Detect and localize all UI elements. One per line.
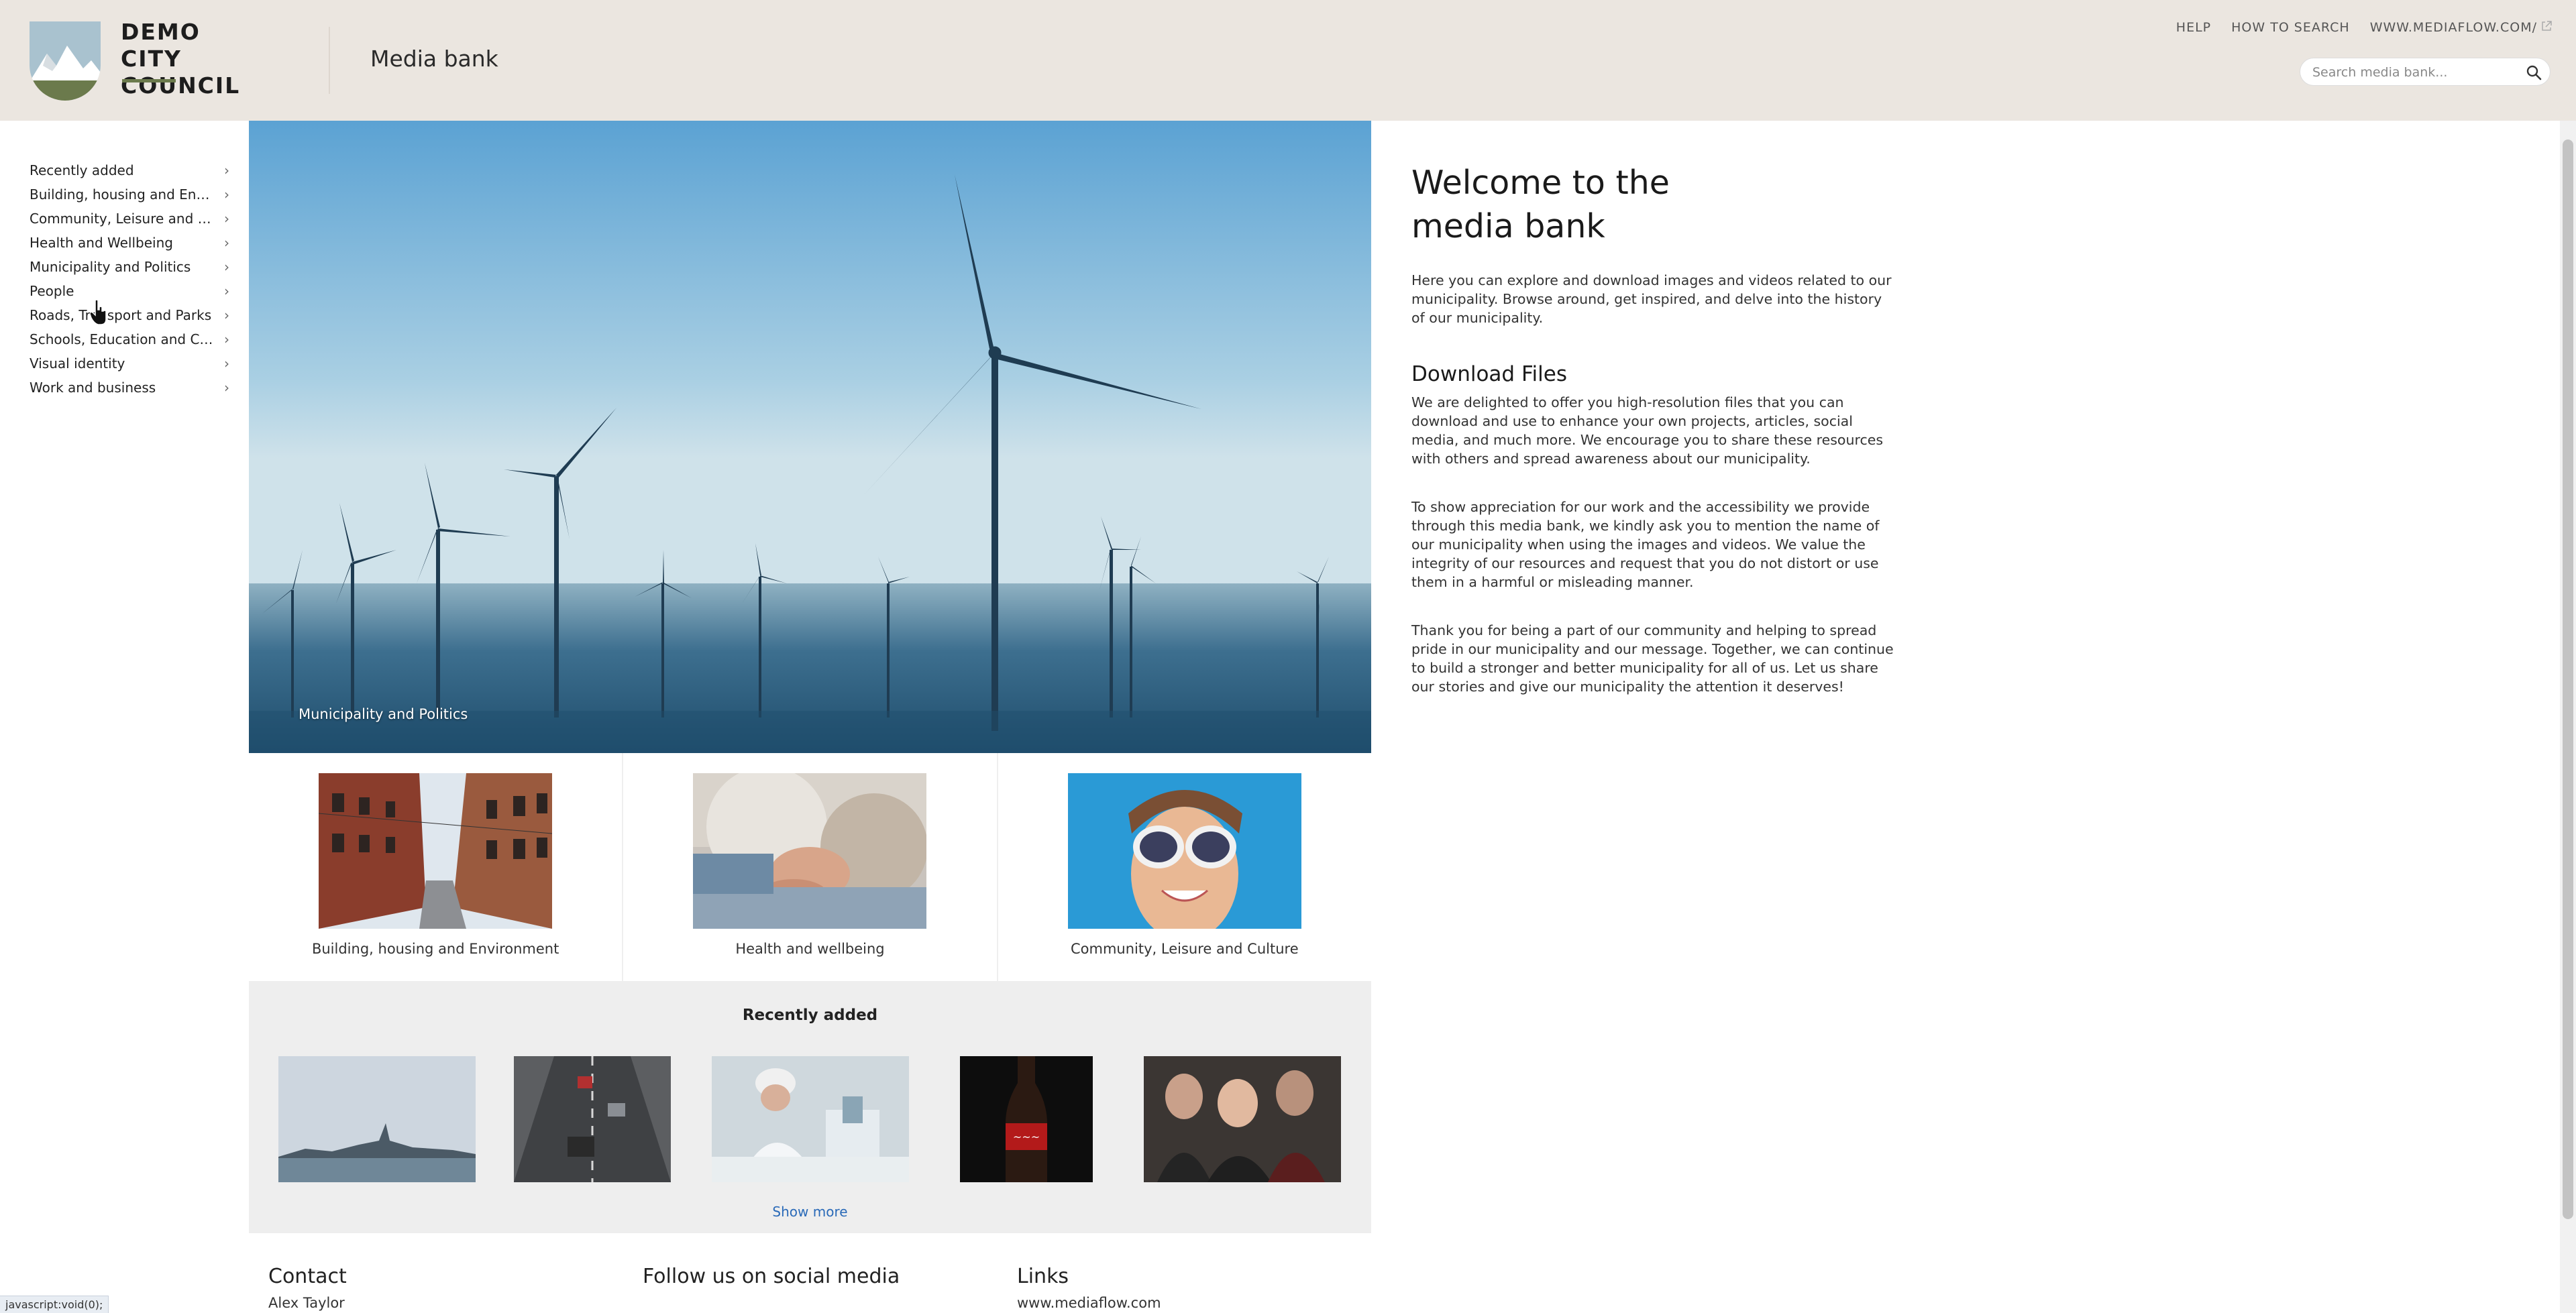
sidebar-item-schools[interactable]: Schools, Education and Child... › xyxy=(0,327,241,351)
page-scrollbar[interactable] xyxy=(2560,121,2576,1313)
chevron-right-icon: › xyxy=(224,355,229,372)
download-files-title: Download Files xyxy=(1411,362,1567,386)
logo-underline xyxy=(122,79,176,82)
sidebar-item-label: Visual identity xyxy=(30,355,125,372)
sidebar-item-municipality[interactable]: Municipality and Politics › xyxy=(0,255,241,279)
category-cards: Building, housing and Environment Health… xyxy=(249,753,1371,981)
sidebar-item-people[interactable]: People › xyxy=(0,279,241,303)
footer-link-item[interactable]: www.mediaflow.com xyxy=(1017,1295,1161,1311)
chevron-right-icon: › xyxy=(224,307,229,323)
building-thumbnail xyxy=(319,773,552,929)
chevron-right-icon: › xyxy=(224,211,229,227)
chevron-right-icon: › xyxy=(224,331,229,347)
sidebar-item-label: Schools, Education and Child... xyxy=(30,331,217,347)
sidebar-item-health[interactable]: Health and Wellbeing › xyxy=(0,231,241,255)
sidebar-item-label: People xyxy=(30,283,74,299)
scrollbar-thumb[interactable] xyxy=(2563,139,2573,1219)
welcome-panel: Welcome to the media bank Here you can e… xyxy=(1411,161,1894,696)
footer-contact-name: Alex Taylor xyxy=(268,1295,345,1311)
top-links: HELP HOW TO SEARCH WWW.MEDIAFLOW.COM/ xyxy=(2176,20,2552,35)
sidebar-item-label: Community, Leisure and Cult... xyxy=(30,211,217,227)
welcome-title: Welcome to the media bank xyxy=(1411,164,1670,245)
hero-caption: Municipality and Politics xyxy=(299,706,468,722)
hero-banner[interactable]: Municipality and Politics xyxy=(249,121,1371,753)
show-more-link[interactable]: Show more xyxy=(249,1204,1371,1220)
search-input[interactable] xyxy=(2312,62,2514,82)
org-line-1: DEMO xyxy=(121,19,201,45)
chevron-right-icon: › xyxy=(224,283,229,299)
hand-pointer-cursor-icon xyxy=(89,299,107,326)
how-to-search-link[interactable]: HOW TO SEARCH xyxy=(2231,20,2350,35)
search-icon[interactable] xyxy=(2526,64,2542,80)
sidebar-item-building[interactable]: Building, housing and Enviro... › xyxy=(0,182,241,207)
category-card-community[interactable]: Community, Leisure and Culture xyxy=(998,753,1371,981)
category-card-building[interactable]: Building, housing and Environment xyxy=(249,753,624,981)
sidebar-item-label: Roads, Transport and Parks xyxy=(30,307,212,323)
mediaflow-link-label: WWW.MEDIAFLOW.COM/ xyxy=(2369,20,2537,35)
recent-thumb[interactable] xyxy=(514,1056,671,1182)
search-box[interactable] xyxy=(2300,58,2551,86)
footer-contact-title: Contact xyxy=(268,1265,347,1288)
browser-status-bar: javascript:void(0); xyxy=(0,1296,109,1313)
footer-links: Links www.mediaflow.com xyxy=(1017,1265,1161,1311)
sidebar-item-label: Health and Wellbeing xyxy=(30,235,173,251)
city-logo-icon[interactable] xyxy=(30,21,101,101)
chevron-right-icon: › xyxy=(224,186,229,203)
sidebar-item-recently-added[interactable]: Recently added › xyxy=(0,158,241,182)
org-line-2: CITY COUNCIL xyxy=(121,46,241,99)
download-paragraph-3: Thank you for being a part of our commun… xyxy=(1411,622,1894,695)
sidebar-item-visual-identity[interactable]: Visual identity › xyxy=(0,351,241,376)
footer-contact: Contact Alex Taylor xyxy=(268,1265,347,1311)
recently-added-title: Recently added xyxy=(742,1007,878,1024)
mediaflow-link[interactable]: WWW.MEDIAFLOW.COM/ xyxy=(2370,20,2552,35)
footer-social: Follow us on social media xyxy=(643,1265,900,1288)
external-link-icon xyxy=(2541,20,2552,35)
sidebar-item-label: Building, housing and Enviro... xyxy=(30,186,217,203)
sidebar-item-roads[interactable]: Roads, Transport and Parks › xyxy=(0,303,241,327)
app-title: Media bank xyxy=(370,46,498,72)
category-card-caption: Community, Leisure and Culture xyxy=(1071,941,1299,957)
chevron-right-icon: › xyxy=(224,259,229,275)
header-divider xyxy=(329,27,330,94)
chevron-right-icon: › xyxy=(224,380,229,396)
recent-thumb[interactable]: ~~~ xyxy=(960,1056,1093,1182)
sidebar-item-work[interactable]: Work and business › xyxy=(0,376,241,400)
footer-social-title: Follow us on social media xyxy=(643,1265,900,1288)
chevron-right-icon: › xyxy=(224,162,229,178)
download-paragraph-2: To show appreciation for our work and th… xyxy=(1411,499,1880,590)
category-card-caption: Health and wellbeing xyxy=(735,941,885,957)
footer-links-title: Links xyxy=(1017,1265,1069,1288)
community-thumbnail xyxy=(1067,773,1301,929)
svg-text:~~~: ~~~ xyxy=(1013,1131,1040,1143)
sidebar-item-label: Recently added xyxy=(30,162,134,178)
sidebar-item-label: Municipality and Politics xyxy=(30,259,191,275)
hero-image xyxy=(249,121,1371,753)
sidebar-item-community[interactable]: Community, Leisure and Cult... › xyxy=(0,207,241,231)
recent-thumb[interactable] xyxy=(1144,1056,1341,1182)
org-name: DEMO CITY COUNCIL xyxy=(121,19,309,99)
recent-thumb[interactable] xyxy=(278,1056,476,1182)
sidebar-nav: Recently added › Building, housing and En… xyxy=(0,158,241,400)
chevron-right-icon: › xyxy=(224,235,229,251)
sidebar-item-label: Work and business xyxy=(30,380,156,396)
header: DEMO CITY COUNCIL Media bank HELP HOW TO… xyxy=(0,0,2576,121)
welcome-intro: Here you can explore and download images… xyxy=(1411,272,1892,326)
category-card-caption: Building, housing and Environment xyxy=(311,941,559,957)
recently-added-section: Recently added ~~~ Show more xyxy=(249,981,1371,1233)
recent-thumb[interactable] xyxy=(712,1056,909,1182)
download-paragraph-1: We are delighted to offer you high-resol… xyxy=(1411,394,1884,467)
help-link[interactable]: HELP xyxy=(2176,20,2211,35)
category-card-health[interactable]: Health and wellbeing xyxy=(623,753,998,981)
health-thumbnail xyxy=(693,773,927,929)
